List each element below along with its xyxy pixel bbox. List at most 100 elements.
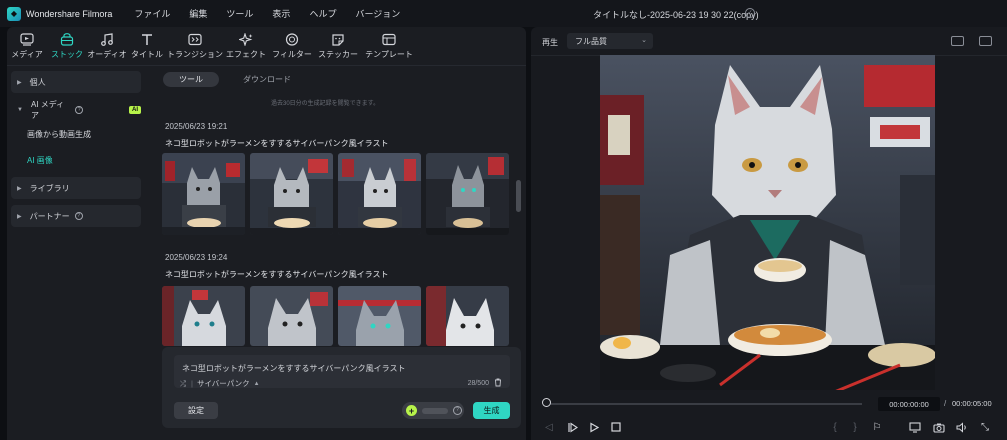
tool-title[interactable]: タイトル <box>127 27 167 65</box>
prompt-panel: ネコ型ロボットがラーメンをすするサイバーパンク風イラスト ⤮ | サイバーパンク… <box>162 347 521 428</box>
menu-tools[interactable]: ツール <box>226 7 253 20</box>
monitor-icon[interactable] <box>909 421 921 433</box>
sidebar-library-label: ライブラリ <box>29 183 70 193</box>
menu-view[interactable]: 表示 <box>272 7 290 20</box>
generated-image-thumbnail[interactable] <box>338 153 421 235</box>
info-icon[interactable]: ? <box>75 106 83 114</box>
generated-image-thumbnail[interactable] <box>250 286 333 346</box>
mark-in-icon[interactable]: { <box>829 421 841 433</box>
tool-sticker[interactable]: ステッカー <box>315 27 361 65</box>
menu-bar: ファイル 編集 ツール 表示 ヘルプ バージョン <box>134 7 400 20</box>
media-icon <box>20 32 34 46</box>
music-note-icon <box>100 32 114 46</box>
title-bar: ◆ Wondershare Filmora ファイル 編集 ツール 表示 ヘルプ… <box>0 0 1007 27</box>
info-icon[interactable]: ? <box>74 212 83 220</box>
prompt-input[interactable]: ネコ型ロボットがラーメンをすするサイバーパンク風イラスト ⤮ | サイバーパンク… <box>174 355 510 388</box>
sidebar-item-image-to-video[interactable]: 画像から動画生成 <box>11 121 141 147</box>
tool-transition[interactable]: トランジション <box>167 27 223 65</box>
style-selector[interactable]: ⤮ | サイバーパンク ▲ <box>180 378 260 389</box>
history-hint: 過去30日分の生成記録を閲覧できます。 <box>271 101 380 107</box>
preview-panel: 再生 フル品質 ⌄ 00:00:00:00 / 00:00:05:00 ◁ {… <box>531 27 1007 440</box>
tool-transition-label: トランジション <box>167 50 223 59</box>
stock-icon <box>60 32 74 46</box>
content-scrollbar[interactable] <box>516 180 521 212</box>
save-status-icon[interactable]: ✓ <box>745 8 755 18</box>
camera-icon[interactable] <box>933 421 945 433</box>
tool-template[interactable]: テンプレート <box>361 27 417 65</box>
help-icon[interactable]: ? <box>453 406 462 415</box>
mark-out-icon[interactable]: } <box>849 421 861 433</box>
tool-title-label: タイトル <box>131 50 163 59</box>
tool-sticker-label: ステッカー <box>318 50 358 59</box>
generated-image-thumbnail[interactable] <box>250 153 333 235</box>
menu-edit[interactable]: 編集 <box>189 7 207 20</box>
sidebar-item-ai-media[interactable]: ▼ AI メディア ? AI <box>11 99 141 121</box>
generated-image-thumbnail[interactable] <box>426 153 509 235</box>
content-tabs: ツール ダウンロード <box>163 72 307 87</box>
menu-file[interactable]: ファイル <box>134 7 170 20</box>
chevron-up-icon: ▲ <box>253 380 260 387</box>
sidebar-item-personal[interactable]: ▶ 個人 <box>11 71 141 93</box>
sidebar-item-library[interactable]: ▶ ライブラリ <box>11 177 141 199</box>
preview-canvas[interactable] <box>600 55 935 390</box>
char-count: 28/500 <box>468 378 502 389</box>
playhead-handle[interactable] <box>542 398 551 407</box>
tool-media-label: メディア <box>11 50 43 59</box>
volume-icon[interactable] <box>956 421 968 433</box>
tab-tools[interactable]: ツール <box>163 72 219 87</box>
tab-download[interactable]: ダウンロード <box>227 72 307 87</box>
tool-template-label: テンプレート <box>365 50 413 59</box>
preview-image <box>600 55 935 390</box>
tool-filter[interactable]: フィルター <box>269 27 315 65</box>
trash-icon[interactable] <box>494 378 502 389</box>
tool-filter-label: フィルター <box>272 50 312 59</box>
stop-icon[interactable] <box>610 421 622 433</box>
total-time: 00:00:05:00 <box>952 399 992 408</box>
quality-value: フル品質 <box>575 36 607 46</box>
style-label: サイバーパンク <box>196 379 250 388</box>
generated-image-thumbnail[interactable] <box>162 153 245 235</box>
generated-image-thumbnail[interactable] <box>426 286 509 346</box>
menu-version[interactable]: バージョン <box>355 7 400 20</box>
ai-image-content: ツール ダウンロード 過去30日分の生成記録を閲覧できます。 2025/06/2… <box>149 66 526 440</box>
fullscreen-icon[interactable]: ⤡ <box>979 421 991 433</box>
settings-button[interactable]: 設定 <box>174 402 218 419</box>
timeline-track[interactable] <box>543 403 862 405</box>
play-icon[interactable] <box>588 421 600 433</box>
chevron-right-icon: ▶ <box>17 185 22 192</box>
thumbnail-row <box>162 286 509 346</box>
step-forward-icon[interactable] <box>566 421 578 433</box>
player-label: 再生 <box>542 38 558 47</box>
media-toolbar: メディア ストック オーディオ タイトル トランジション エフェクト フィルター… <box>7 27 526 65</box>
flag-icon[interactable]: ⚐ <box>871 421 883 433</box>
previous-frame-icon[interactable]: ◁ <box>543 421 555 433</box>
group-timestamp: 2025/06/23 19:24 <box>165 253 228 262</box>
quality-select[interactable]: フル品質 ⌄ <box>567 33 653 49</box>
app-name: Wondershare Filmora <box>26 8 113 19</box>
menu-help[interactable]: ヘルプ <box>309 7 336 20</box>
group-prompt: ネコ型ロボットがラーメンをすするサイバーパンク風イラスト <box>165 139 389 148</box>
shuffle-icon: ⤮ <box>180 378 186 388</box>
group-prompt: ネコ型ロボットがラーメンをすするサイバーパンク風イラスト <box>165 270 389 279</box>
tool-media[interactable]: メディア <box>7 27 47 65</box>
left-panel: メディア ストック オーディオ タイトル トランジション エフェクト フィルター… <box>7 27 526 440</box>
image-icon[interactable] <box>979 36 992 46</box>
sidebar-item-partner[interactable]: ▶ パートナー ? <box>11 205 141 227</box>
generate-button[interactable]: 生成 <box>473 402 510 419</box>
sparkle-icon <box>239 32 253 46</box>
char-count-label: 28/500 <box>467 380 489 387</box>
chevron-down-icon: ▼ <box>17 107 23 113</box>
credit-indicator[interactable]: + ? <box>402 402 464 419</box>
transition-icon <box>188 32 202 46</box>
layout-icon[interactable] <box>951 36 964 46</box>
current-time[interactable]: 00:00:00:00 <box>878 397 940 411</box>
sidebar-item-ai-image[interactable]: AI 画像 <box>11 147 141 173</box>
tool-audio[interactable]: オーディオ <box>87 27 127 65</box>
sticker-icon <box>331 32 345 46</box>
generated-image-thumbnail[interactable] <box>338 286 421 346</box>
tool-stock[interactable]: ストック <box>47 27 87 65</box>
tool-effect[interactable]: エフェクト <box>223 27 269 65</box>
generated-image-thumbnail[interactable] <box>162 286 245 346</box>
sidebar-ai-media-label: AI メディア <box>30 100 65 120</box>
group-timestamp: 2025/06/23 19:21 <box>165 122 228 131</box>
